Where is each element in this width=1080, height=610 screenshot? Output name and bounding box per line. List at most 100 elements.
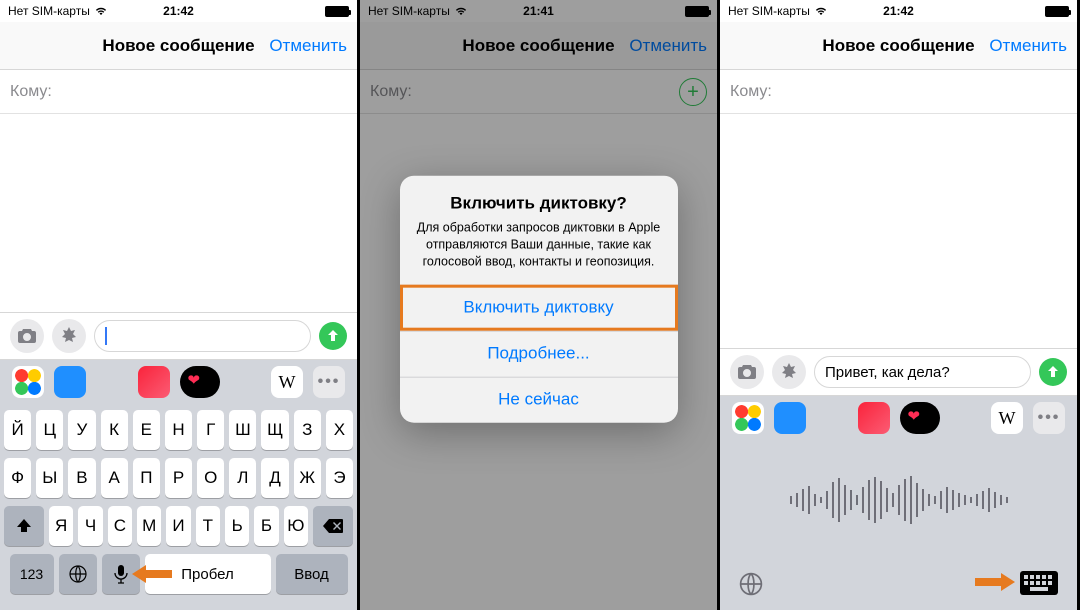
message-body[interactable] xyxy=(720,114,1077,348)
key-Ф[interactable]: Ф xyxy=(4,458,31,498)
appstore-button[interactable] xyxy=(772,355,806,389)
waveform-bar xyxy=(790,496,792,504)
key-У[interactable]: У xyxy=(68,410,95,450)
message-body[interactable] xyxy=(0,114,357,312)
key-Б[interactable]: Б xyxy=(254,506,278,546)
music-app-icon[interactable] xyxy=(858,402,890,434)
key-О[interactable]: О xyxy=(197,458,224,498)
digital-touch-icon[interactable] xyxy=(900,402,940,434)
key-Ж[interactable]: Ж xyxy=(294,458,321,498)
screen-3-dictation-active: Нет SIM-карты 21:42 Новое сообщение Отме… xyxy=(720,0,1080,610)
annotation-arrow-icon xyxy=(975,573,1015,591)
globe-icon xyxy=(738,571,764,597)
key-К[interactable]: К xyxy=(101,410,128,450)
key-И[interactable]: И xyxy=(166,506,190,546)
key-Й[interactable]: Й xyxy=(4,410,31,450)
return-key[interactable]: Ввод xyxy=(276,554,348,594)
nav-bar: Новое сообщение Отменить xyxy=(0,22,357,70)
dictation-key[interactable] xyxy=(102,554,140,594)
key-Х[interactable]: Х xyxy=(326,410,353,450)
wikipedia-app-icon[interactable]: W xyxy=(271,366,303,398)
digital-touch-icon[interactable] xyxy=(180,366,220,398)
to-label: Кому: xyxy=(10,83,52,101)
key-Я[interactable]: Я xyxy=(49,506,73,546)
key-П[interactable]: П xyxy=(133,458,160,498)
globe-button[interactable] xyxy=(738,571,766,599)
appstore-app-icon[interactable] xyxy=(54,366,86,398)
message-input-text: Привет, как дела? xyxy=(825,364,950,381)
photos-app-icon[interactable] xyxy=(12,366,44,398)
globe-icon xyxy=(68,564,88,584)
dictation-waveform xyxy=(720,440,1077,560)
key-Т[interactable]: Т xyxy=(196,506,220,546)
music-app-icon[interactable] xyxy=(138,366,170,398)
key-Ь[interactable]: Ь xyxy=(225,506,249,546)
wikipedia-app-icon[interactable]: W xyxy=(991,402,1023,434)
app-strip: W ••• xyxy=(0,360,357,404)
nav-bar: Новое сообщение Отменить xyxy=(360,22,717,70)
waveform-bar xyxy=(934,496,936,504)
more-apps-icon[interactable]: ••• xyxy=(1033,402,1065,434)
waveform-bar xyxy=(922,489,924,511)
key-Ю[interactable]: Ю xyxy=(284,506,308,546)
key-Э[interactable]: Э xyxy=(326,458,353,498)
key-Н[interactable]: Н xyxy=(165,410,192,450)
key-Ы[interactable]: Ы xyxy=(36,458,63,498)
microphone-icon xyxy=(114,564,128,584)
waveform-bar xyxy=(946,487,948,513)
waveform-bar xyxy=(856,495,858,505)
screen-1-compose-with-keyboard: Нет SIM-карты 21:42 Новое сообщение Отме… xyxy=(0,0,360,610)
status-bar: Нет SIM-карты 21:42 xyxy=(720,0,1077,22)
key-Л[interactable]: Л xyxy=(229,458,256,498)
to-field[interactable]: Кому: xyxy=(720,70,1077,114)
shift-key[interactable] xyxy=(4,506,44,546)
key-А[interactable]: А xyxy=(101,458,128,498)
alert-later-button[interactable]: Не сейчас xyxy=(400,376,678,422)
appstore-button[interactable] xyxy=(52,319,86,353)
key-Д[interactable]: Д xyxy=(261,458,288,498)
alert-more-button[interactable]: Подробнее... xyxy=(400,330,678,376)
key-Ш[interactable]: Ш xyxy=(229,410,256,450)
message-input[interactable] xyxy=(94,320,311,352)
key-Ч[interactable]: Ч xyxy=(78,506,102,546)
more-apps-icon[interactable]: ••• xyxy=(313,366,345,398)
key-В[interactable]: В xyxy=(68,458,95,498)
shift-icon xyxy=(15,517,33,535)
waveform-bar xyxy=(874,477,876,523)
waveform-bar xyxy=(802,489,804,511)
waveform-bar xyxy=(994,492,996,508)
waveform-bar xyxy=(838,478,840,522)
add-contact-button[interactable]: + xyxy=(679,78,707,106)
send-button[interactable] xyxy=(319,322,347,350)
compose-row: Привет, как дела? xyxy=(720,348,1077,396)
space-key[interactable]: Пробел xyxy=(145,554,271,594)
waveform-bar xyxy=(982,491,984,509)
key-Е[interactable]: Е xyxy=(133,410,160,450)
waveform-bar xyxy=(952,490,954,510)
screen-2-enable-dictation-alert: Нет SIM-карты 21:41 Новое сообщение Отме… xyxy=(360,0,720,610)
camera-button[interactable] xyxy=(730,355,764,389)
camera-button[interactable] xyxy=(10,319,44,353)
key-Р[interactable]: Р xyxy=(165,458,192,498)
key-З[interactable]: З xyxy=(294,410,321,450)
globe-key[interactable] xyxy=(59,554,97,594)
appstore-app-icon[interactable] xyxy=(774,402,806,434)
numeric-key[interactable]: 123 xyxy=(10,554,54,594)
to-field[interactable]: Кому: + xyxy=(360,70,717,114)
alert-enable-button[interactable]: Включить диктовку xyxy=(400,284,678,330)
waveform-bar xyxy=(832,482,834,518)
key-Щ[interactable]: Щ xyxy=(261,410,288,450)
send-button[interactable] xyxy=(1039,358,1067,386)
keyboard-row-1: ЙЦУКЕНГШЩЗХ xyxy=(4,410,353,450)
to-field[interactable]: Кому: xyxy=(0,70,357,114)
key-С[interactable]: С xyxy=(108,506,132,546)
keyboard-toggle-button[interactable] xyxy=(1019,583,1059,600)
photos-app-icon[interactable] xyxy=(732,402,764,434)
message-input[interactable]: Привет, как дела? xyxy=(814,356,1031,388)
key-М[interactable]: М xyxy=(137,506,161,546)
status-bar: Нет SIM-карты 21:42 xyxy=(0,0,357,22)
key-Ц[interactable]: Ц xyxy=(36,410,63,450)
backspace-key[interactable] xyxy=(313,506,353,546)
waveform-bar xyxy=(850,490,852,510)
key-Г[interactable]: Г xyxy=(197,410,224,450)
